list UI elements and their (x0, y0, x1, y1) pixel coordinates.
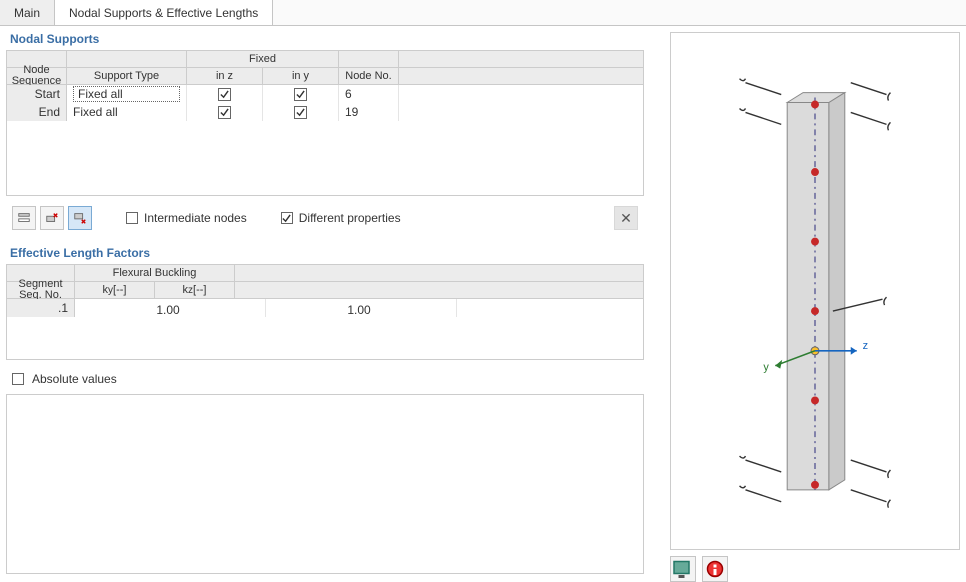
col-flexural-group: Flexural Buckling (75, 265, 235, 281)
nodal-supports-toolbar: Intermediate nodes Different properties … (6, 202, 644, 234)
insert-row-button[interactable] (12, 206, 36, 230)
cell-in-z[interactable] (187, 85, 263, 103)
cell-in-z[interactable] (187, 103, 263, 121)
table-row[interactable]: .1 1.00 1.00 (7, 299, 643, 317)
col-support-type: Support Type (67, 68, 187, 84)
cell-in-y[interactable] (263, 103, 339, 121)
close-button[interactable]: ✕ (614, 206, 638, 230)
col-fixed-group: Fixed (187, 51, 339, 67)
viewer-display-button[interactable] (670, 556, 696, 582)
axis-z-label: z (863, 340, 868, 352)
cell-support-type[interactable]: Fixed all (67, 85, 187, 103)
cell-ky[interactable]: 1.00 (75, 299, 266, 317)
col-ky: ky [--] (75, 282, 155, 298)
table-row[interactable]: End Fixed all 19 (7, 103, 643, 121)
close-icon: ✕ (620, 210, 632, 227)
col-segment: Segment Seq. No. (7, 282, 75, 298)
viewer-info-button[interactable] (702, 556, 728, 582)
cell-kz[interactable]: 1.00 (266, 299, 457, 317)
nodal-supports-grid: Fixed Node Sequence Support Type in z in… (6, 50, 644, 196)
row-seg: .1 (7, 299, 75, 317)
intermediate-nodes-option[interactable]: Intermediate nodes (126, 211, 247, 225)
effective-lengths-grid: Flexural Buckling Segment Seq. No. ky [-… (6, 264, 644, 360)
absolute-values-label: Absolute values (32, 372, 117, 386)
delete-row-down-button[interactable] (68, 206, 92, 230)
intermediate-nodes-label: Intermediate nodes (144, 211, 247, 225)
col-node-sequence: Node Sequence (7, 68, 67, 84)
cell-node-no[interactable]: 6 (339, 85, 399, 103)
row-seq: End (7, 103, 67, 121)
tab-nodal-supports[interactable]: Nodal Supports & Effective Lengths (55, 0, 273, 25)
col-node-no-top (339, 51, 399, 67)
col-spacer (399, 51, 643, 67)
cell-support-type[interactable]: Fixed all (67, 103, 187, 121)
axis-y-label: y (763, 362, 769, 374)
col-spacer4 (235, 282, 643, 298)
absolute-values-option[interactable]: Absolute values (0, 366, 650, 394)
section-title-effective-lengths: Effective Length Factors (0, 240, 650, 264)
cell-in-y[interactable] (263, 85, 339, 103)
tab-bar: Main Nodal Supports & Effective Lengths (0, 0, 966, 26)
table-row[interactable]: Start Fixed all 6 (7, 85, 643, 103)
col-support-type-top (67, 51, 187, 67)
col-spacer2 (399, 68, 643, 84)
different-properties-label: Different properties (299, 211, 401, 225)
different-properties-option[interactable]: Different properties (281, 211, 401, 225)
viewer-toolbar (670, 550, 960, 582)
bottom-panel (6, 394, 644, 574)
col-kz: kz [--] (155, 282, 235, 298)
col-spacer3 (235, 265, 643, 281)
tab-main[interactable]: Main (0, 0, 55, 25)
col-in-y: in y (263, 68, 339, 84)
col-in-z: in z (187, 68, 263, 84)
delete-row-up-button[interactable] (40, 206, 64, 230)
col-node-no: Node No. (339, 68, 399, 84)
cell-node-no[interactable]: 19 (339, 103, 399, 121)
row-seq: Start (7, 85, 67, 103)
section-title-nodal-supports: Nodal Supports (0, 26, 650, 50)
model-viewer[interactable]: z y (670, 32, 960, 550)
